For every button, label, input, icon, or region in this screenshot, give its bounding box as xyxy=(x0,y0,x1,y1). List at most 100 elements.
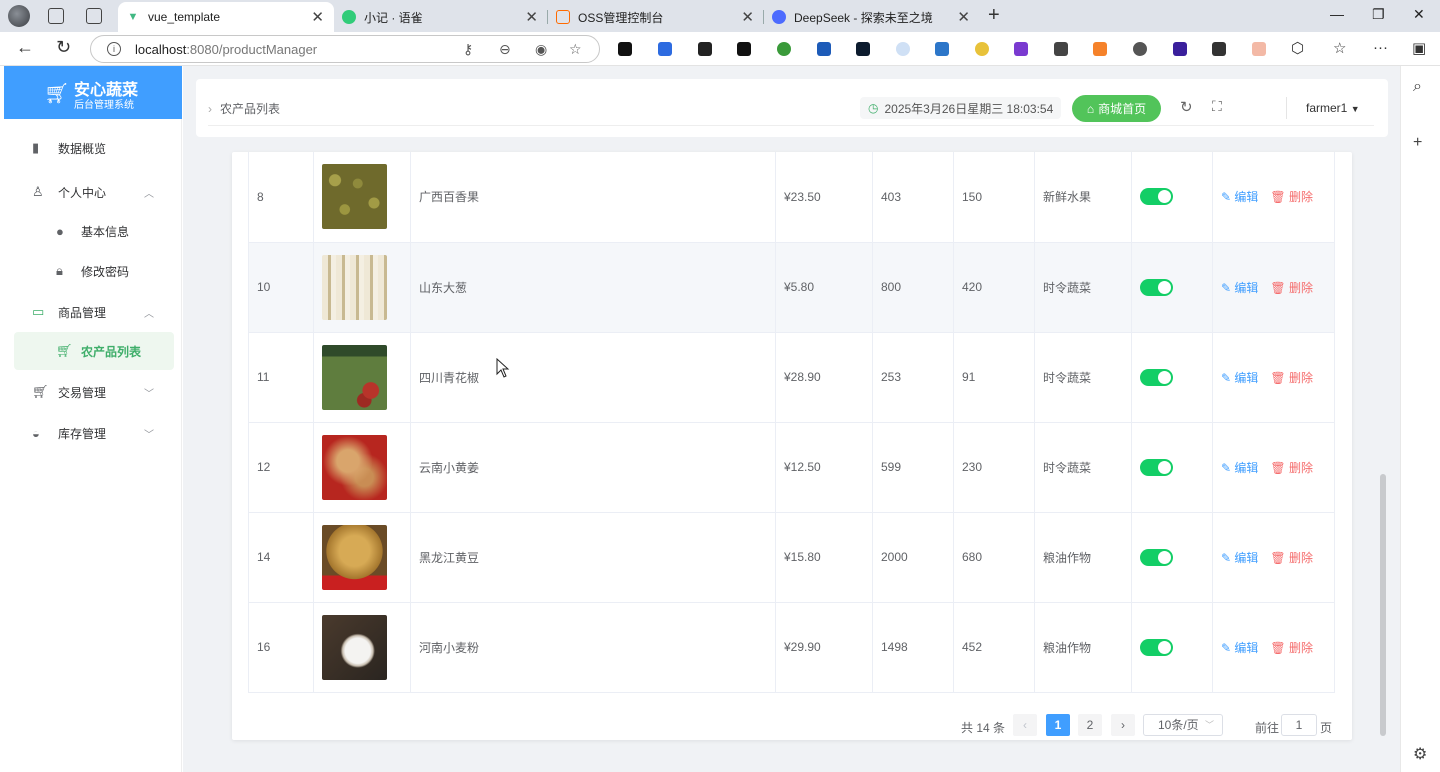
extension-icon[interactable] xyxy=(896,42,910,56)
close-tab-icon[interactable]: ✕ xyxy=(741,8,754,26)
extension-icon[interactable] xyxy=(817,42,831,56)
browser-tab-oss[interactable]: OSS管理控制台 ✕ xyxy=(548,2,764,32)
delete-button[interactable]: 🗑︎ 删除 xyxy=(1270,461,1313,475)
extensions-puzzle-icon[interactable]: ⬡ xyxy=(1291,39,1304,57)
browser-tab-deepseek[interactable]: DeepSeek - 探索未至之境 ✕ xyxy=(764,2,980,32)
extension-icon[interactable] xyxy=(1093,42,1107,56)
edit-button[interactable]: ✎ 编辑 xyxy=(1221,551,1258,565)
tab-actions-icon[interactable] xyxy=(86,8,102,24)
product-thumbnail[interactable] xyxy=(322,164,387,230)
menu-item-goods-management[interactable]: ▭ 商品管理 ︿ xyxy=(4,293,182,331)
add-icon[interactable]: + xyxy=(1413,134,1422,152)
status-switch[interactable] xyxy=(1140,368,1173,386)
product-thumbnail[interactable] xyxy=(322,524,387,590)
product-thumbnail[interactable] xyxy=(322,434,387,500)
cart-icon: 🛒︎ xyxy=(56,343,73,358)
edge-icon[interactable]: ◉ xyxy=(535,41,547,58)
menu-item-trade-management[interactable]: 🛒︎ 交易管理 ﹀ xyxy=(4,373,182,411)
menu-item-basic-info[interactable]: ● 基本信息 xyxy=(4,212,182,250)
status-switch[interactable] xyxy=(1140,278,1173,296)
next-page-button[interactable]: › xyxy=(1111,714,1135,736)
scrollbar-thumb[interactable] xyxy=(1380,474,1386,736)
page-size-select[interactable]: 10条/页 ﹀ xyxy=(1143,714,1223,736)
product-thumbnail[interactable] xyxy=(322,254,387,320)
caret-down-icon: ▼ xyxy=(1350,104,1360,114)
close-window-icon[interactable]: ✕ xyxy=(1413,6,1425,23)
delete-button[interactable]: 🗑︎ 删除 xyxy=(1270,281,1313,295)
extension-icon[interactable] xyxy=(777,42,791,56)
delete-button[interactable]: 🗑︎ 删除 xyxy=(1270,190,1313,204)
user-dropdown[interactable]: farmer1 ▼ xyxy=(1306,101,1360,115)
favorite-star-icon[interactable]: ☆ xyxy=(569,41,582,58)
search-icon[interactable]: ⌕ xyxy=(1413,78,1422,96)
reload-icon[interactable]: ↻ xyxy=(56,37,71,58)
info-icon[interactable]: i xyxy=(107,42,121,56)
extension-icon[interactable] xyxy=(935,42,949,56)
prev-page-button[interactable]: ‹ xyxy=(1013,714,1037,736)
product-thumbnail[interactable] xyxy=(322,344,387,410)
profile-avatar[interactable] xyxy=(8,5,30,27)
minimize-icon[interactable]: — xyxy=(1330,6,1344,22)
restore-icon[interactable]: ❐ xyxy=(1372,6,1385,23)
more-icon[interactable]: ··· xyxy=(1373,39,1388,56)
delete-button[interactable]: 🗑︎ 删除 xyxy=(1270,551,1313,565)
url-text[interactable]: localhost:8080/productManager xyxy=(135,42,317,57)
cell-category: 时令蔬菜 xyxy=(1034,332,1132,423)
fullscreen-icon[interactable]: ⛶ xyxy=(1212,98,1222,115)
extension-icon[interactable] xyxy=(1252,42,1266,56)
close-tab-icon[interactable]: ✕ xyxy=(311,8,324,26)
new-tab-icon[interactable]: + xyxy=(988,4,1000,27)
page-2-button[interactable]: 2 xyxy=(1078,714,1102,736)
status-switch[interactable] xyxy=(1140,548,1173,566)
settings-gear-icon[interactable]: ⚙ xyxy=(1413,744,1427,764)
delete-button[interactable]: 🗑︎ 删除 xyxy=(1270,371,1313,385)
edit-button[interactable]: ✎ 编辑 xyxy=(1221,281,1258,295)
close-tab-icon[interactable]: ✕ xyxy=(957,8,970,26)
extension-icon[interactable] xyxy=(658,42,672,56)
status-switch[interactable] xyxy=(1140,188,1173,206)
extension-icon[interactable] xyxy=(1054,42,1068,56)
edit-button[interactable]: ✎ 编辑 xyxy=(1221,641,1258,655)
delete-button[interactable]: 🗑︎ 删除 xyxy=(1270,641,1313,655)
back-icon[interactable]: ← xyxy=(16,37,34,58)
zoom-icon[interactable]: ⊖ xyxy=(499,41,511,58)
edit-button[interactable]: ✎ 编辑 xyxy=(1221,371,1258,385)
extension-icon[interactable] xyxy=(737,42,751,56)
browser-tab-vue-template[interactable]: ▼ vue_template ✕ xyxy=(118,2,334,32)
url-box[interactable]: i localhost:8080/productManager ⚷ ⊖ ◉ ☆ xyxy=(90,35,600,63)
browser-tab-yuque[interactable]: 小记 · 语雀 ✕ xyxy=(334,2,548,32)
menu-item-inventory-management[interactable]: ◒ 库存管理 ﹀ xyxy=(4,414,182,452)
extension-icon[interactable] xyxy=(856,42,870,56)
key-icon[interactable]: ⚷ xyxy=(463,41,473,58)
sidebar-toggle-icon[interactable]: ▣ xyxy=(1412,39,1426,57)
menu-item-dashboard[interactable]: ▮ 数据概览 xyxy=(4,129,182,167)
page-1-button[interactable]: 1 xyxy=(1046,714,1070,736)
menu-item-change-password[interactable]: 🔒︎ 修改密码 xyxy=(4,252,182,290)
extension-icon[interactable] xyxy=(618,42,632,56)
extension-icon[interactable] xyxy=(975,42,989,56)
status-switch[interactable] xyxy=(1140,638,1173,656)
extension-icon[interactable] xyxy=(1014,42,1028,56)
menu-item-product-list[interactable]: 🛒︎ 农产品列表 xyxy=(14,332,174,370)
scrollbar[interactable] xyxy=(1378,152,1388,740)
workspaces-icon[interactable] xyxy=(48,8,64,24)
clock-icon: ◷ xyxy=(868,101,879,115)
refresh-icon[interactable]: ↻ xyxy=(1180,98,1193,116)
favorites-icon[interactable]: ☆ xyxy=(1333,39,1346,57)
edit-button[interactable]: ✎ 编辑 xyxy=(1221,461,1258,475)
cell-image xyxy=(313,422,411,513)
product-thumbnail[interactable] xyxy=(322,614,387,680)
edit-button[interactable]: ✎ 编辑 xyxy=(1221,190,1258,204)
mouse-cursor-icon xyxy=(496,358,510,378)
extension-icon[interactable] xyxy=(698,42,712,56)
goto-page-input[interactable]: 1 xyxy=(1281,714,1317,736)
status-switch[interactable] xyxy=(1140,458,1173,476)
app-logo[interactable]: 🛒︎ 安心蔬菜 后台管理系统 xyxy=(4,66,182,119)
extension-icon[interactable] xyxy=(1133,42,1147,56)
goods-icon: ▭ xyxy=(32,304,45,319)
close-tab-icon[interactable]: ✕ xyxy=(525,8,538,26)
extension-icon[interactable] xyxy=(1212,42,1226,56)
menu-item-personal-center[interactable]: ♙ 个人中心 ︿ xyxy=(4,173,182,211)
extension-icon[interactable] xyxy=(1173,42,1187,56)
shop-home-button[interactable]: ⌂ 商城首页 xyxy=(1072,95,1161,122)
